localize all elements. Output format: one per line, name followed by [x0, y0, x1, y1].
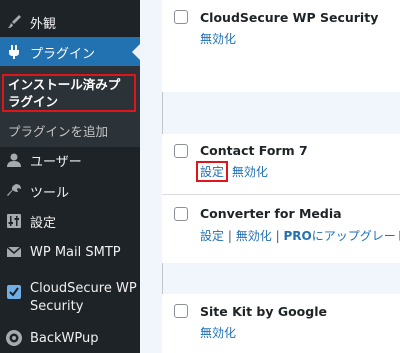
- pro-upgrade-link[interactable]: PRO: [283, 229, 311, 243]
- sidebar-item-wp-mail-smtp[interactable]: WP Mail SMTP: [0, 237, 140, 267]
- table-row: Contact Form 7 設定 無効化: [162, 134, 400, 194]
- submenu-installed-plugins[interactable]: インストール済みプラグイン: [2, 74, 136, 112]
- sidebar-item-label: WP Mail SMTP: [30, 244, 121, 260]
- sidebar-item-cloudsecure[interactable]: CloudSecure WP Security: [0, 280, 140, 320]
- sidebar-item-label: プラグイン: [30, 46, 96, 62]
- sidebar-item-label: 設定: [30, 215, 57, 231]
- settings-link[interactable]: 設定: [200, 165, 224, 179]
- row-actions: 無効化: [200, 324, 236, 341]
- table-row: Site Kit by Google 無効化: [162, 294, 400, 353]
- highlight-box: 設定: [196, 161, 229, 182]
- table-row: Converter for Media 設定 | 無効化 | PROにアップグレ…: [162, 195, 400, 263]
- plugins-submenu: インストール済みプラグイン プラグインを追加: [0, 66, 140, 147]
- admin-sidebar: 外観 プラグイン インストール済みプラグイン プラグインを追加 ユーザー ツール…: [0, 0, 140, 353]
- upgrade-link[interactable]: にアップグレード: [312, 229, 400, 243]
- deactivate-link[interactable]: 無効化: [200, 326, 236, 340]
- plugin-name: CloudSecure WP Security: [200, 10, 379, 25]
- backwpup-icon: [4, 328, 24, 348]
- deactivate-link[interactable]: 無効化: [232, 165, 268, 179]
- sidebar-item-settings[interactable]: 設定: [0, 206, 140, 236]
- sidebar-item-label: ツール: [30, 185, 70, 201]
- action-separator: |: [227, 229, 232, 243]
- sidebar-item-tools[interactable]: ツール: [0, 176, 140, 206]
- sidebar-item-label: CloudSecure WP Security: [30, 281, 137, 314]
- wrench-icon: [4, 181, 24, 201]
- sidebar-item-appearance[interactable]: 外観: [0, 7, 140, 37]
- paintbrush-icon: [4, 12, 24, 32]
- submenu-add-plugin[interactable]: プラグインを追加: [8, 121, 108, 140]
- settings-sliders-icon: [4, 211, 24, 231]
- plugin-checkbox[interactable]: [174, 207, 188, 221]
- plugin-name: Contact Form 7: [200, 143, 308, 158]
- sidebar-item-backwpup[interactable]: BackWPup: [0, 323, 140, 353]
- table-row: CloudSecure WP Security 無効化: [162, 0, 400, 92]
- plugin-name: Site Kit by Google: [200, 304, 327, 319]
- plugin-checkbox[interactable]: [174, 304, 188, 318]
- mail-icon: [4, 242, 24, 262]
- row-actions: 設定 無効化: [196, 161, 268, 182]
- plugin-name: Converter for Media: [200, 206, 342, 221]
- plugin-checkbox[interactable]: [174, 144, 188, 158]
- sidebar-item-users[interactable]: ユーザー: [0, 145, 140, 175]
- sidebar-item-label: 外観: [30, 16, 57, 32]
- settings-link[interactable]: 設定: [200, 229, 224, 243]
- plugin-checkbox[interactable]: [174, 10, 188, 24]
- current-menu-arrow: [132, 44, 140, 60]
- row-actions: 設定 | 無効化 | PROにアップグレード: [200, 227, 400, 244]
- shield-check-icon: [4, 282, 24, 302]
- sidebar-item-label: ユーザー: [30, 154, 82, 170]
- sidebar-item-plugins[interactable]: プラグイン: [0, 37, 140, 67]
- plugin-list: CloudSecure WP Security 無効化 Contact Form…: [140, 0, 400, 353]
- plugin-icon: [4, 42, 24, 62]
- row-actions: 無効化: [200, 30, 236, 47]
- action-separator: |: [275, 229, 280, 243]
- sidebar-item-label: BackWPup: [30, 330, 99, 346]
- deactivate-link[interactable]: 無効化: [236, 229, 272, 243]
- deactivate-link[interactable]: 無効化: [200, 32, 236, 46]
- user-icon: [4, 150, 24, 170]
